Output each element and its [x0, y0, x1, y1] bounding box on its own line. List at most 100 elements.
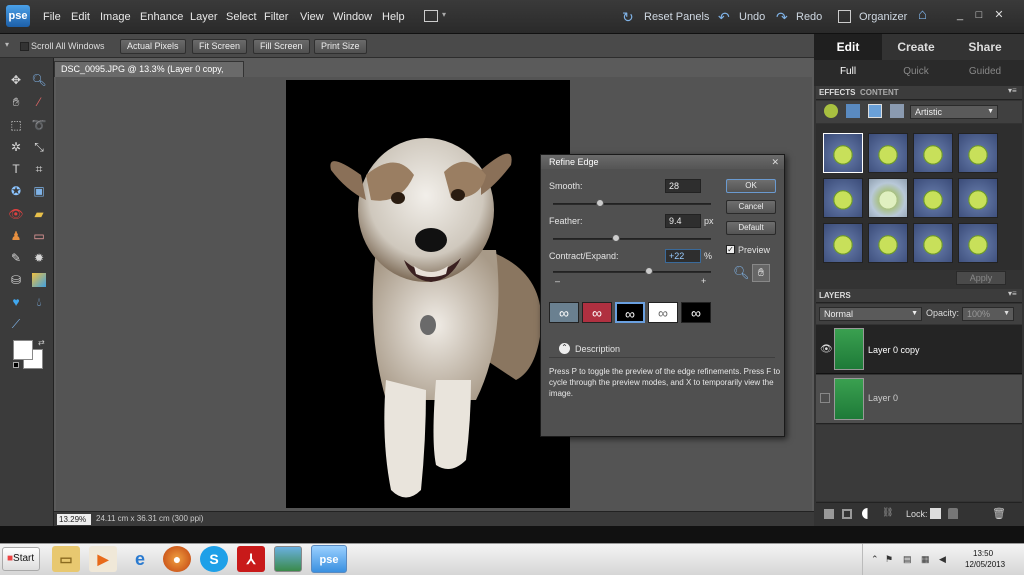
- maximize-button[interactable]: □: [972, 8, 986, 22]
- menu-enhance[interactable]: Enhance: [140, 0, 183, 34]
- zoom-level-field[interactable]: 13.29%: [57, 514, 91, 525]
- red-eye-tool-icon[interactable]: 👁︎: [6, 204, 26, 224]
- preview-mode-white[interactable]: ∞: [648, 302, 678, 323]
- trash-icon[interactable]: 🗑︎: [992, 507, 1006, 520]
- default-button[interactable]: Default: [726, 221, 776, 235]
- tray-volume-icon[interactable]: ◀︎: [939, 554, 946, 565]
- undo-button[interactable]: Undo: [739, 0, 765, 34]
- marquee-tool-icon[interactable]: ⬚: [6, 115, 26, 135]
- photo-effects-icon[interactable]: [868, 104, 882, 118]
- gradient-tool-icon[interactable]: [32, 273, 46, 287]
- tray-network-icon[interactable]: ▦: [921, 554, 930, 565]
- reset-panels-button[interactable]: Reset Panels: [644, 0, 709, 34]
- arrange-icon[interactable]: [424, 10, 438, 22]
- brush-tool-icon[interactable]: ✎: [6, 248, 26, 268]
- menu-image[interactable]: Image: [100, 0, 131, 34]
- lock-transparent-icon[interactable]: [930, 508, 941, 519]
- eyedropper-tool-icon[interactable]: ⁄: [29, 92, 49, 112]
- home-icon[interactable]: ⌂: [918, 6, 927, 23]
- healing-brush-tool-icon[interactable]: ▰: [29, 204, 49, 224]
- hand-tool-icon[interactable]: ✋︎: [6, 92, 26, 112]
- close-button[interactable]: ✕: [992, 8, 1006, 22]
- effect-thumbnail[interactable]: [823, 133, 863, 173]
- print-size-button[interactable]: Print Size: [314, 39, 367, 54]
- custom-shape-tool-icon[interactable]: ♥: [6, 292, 26, 312]
- effect-thumbnail[interactable]: [958, 178, 998, 218]
- photoshop-elements-taskbar-icon[interactable]: pse: [311, 545, 347, 573]
- ok-button[interactable]: OK: [726, 179, 776, 193]
- effect-thumbnail[interactable]: [913, 178, 953, 218]
- cookie-cutter-tool-icon[interactable]: ✪: [6, 181, 26, 201]
- lasso-tool-icon[interactable]: ➰: [29, 115, 49, 135]
- document-canvas[interactable]: [286, 80, 570, 508]
- smooth-slider-track[interactable]: [553, 203, 711, 205]
- tray-expand-icon[interactable]: ⌃: [871, 554, 879, 565]
- quick-selection-tool-icon[interactable]: ⤡: [29, 137, 49, 157]
- straighten-tool-icon[interactable]: ⟋: [6, 314, 26, 334]
- collapse-description-icon[interactable]: ⌃: [559, 343, 570, 354]
- preview-mode-custom-overlay[interactable]: ∞: [549, 302, 579, 323]
- recompose-tool-icon[interactable]: ▣: [29, 181, 49, 201]
- effect-thumbnail[interactable]: [913, 133, 953, 173]
- effect-thumbnail[interactable]: [823, 223, 863, 263]
- feather-slider-handle[interactable]: [612, 234, 621, 242]
- tab-create[interactable]: Create: [882, 34, 950, 60]
- show-all-icon[interactable]: [890, 104, 904, 118]
- tab-share[interactable]: Share: [950, 34, 1020, 60]
- menu-window[interactable]: Window: [333, 0, 372, 34]
- explorer-icon[interactable]: ▭: [52, 546, 80, 572]
- eye-icon[interactable]: 👁︎: [820, 344, 833, 355]
- fill-screen-button[interactable]: Fill Screen: [253, 39, 310, 54]
- opacity-field[interactable]: 100% ▼: [962, 307, 1014, 321]
- effect-thumbnail[interactable]: [958, 223, 998, 263]
- layer-row[interactable]: Layer 0: [816, 375, 1022, 424]
- cancel-button[interactable]: Cancel: [726, 200, 776, 214]
- menu-help[interactable]: Help: [382, 0, 405, 34]
- document-tab[interactable]: DSC_0095.JPG @ 13.3% (Layer 0 copy, RGB/…: [54, 61, 244, 89]
- contract-expand-slider-track[interactable]: [553, 271, 711, 273]
- preview-mode-black[interactable]: ∞: [615, 302, 645, 323]
- clock-time[interactable]: 13:50: [973, 549, 993, 558]
- chevron-down-icon[interactable]: ▾: [442, 10, 446, 19]
- dialog-titlebar[interactable]: Refine Edge ✕: [541, 155, 784, 169]
- media-player-icon[interactable]: ▶: [89, 546, 117, 572]
- skype-icon[interactable]: S: [200, 546, 228, 572]
- eye-icon[interactable]: [820, 393, 830, 403]
- link-icon[interactable]: ⛓: [882, 507, 893, 518]
- apply-button[interactable]: Apply: [956, 271, 1006, 285]
- crop-tool-icon[interactable]: ⌗: [29, 159, 49, 179]
- effect-thumbnail[interactable]: [868, 223, 908, 263]
- subtab-full[interactable]: Full: [814, 62, 882, 82]
- layer-row[interactable]: 👁︎ Layer 0 copy: [816, 325, 1022, 374]
- start-button[interactable]: ■Start: [2, 547, 40, 571]
- adjustment-layer-icon[interactable]: [862, 508, 873, 519]
- tray-app-icon[interactable]: ⚑: [885, 554, 893, 565]
- close-icon[interactable]: ✕: [771, 155, 779, 169]
- effect-thumbnail[interactable]: [823, 178, 863, 218]
- menu-view[interactable]: View: [300, 0, 324, 34]
- eraser-tool-icon[interactable]: ▭: [29, 226, 49, 246]
- contract-expand-input[interactable]: +22: [665, 249, 701, 263]
- organizer-button[interactable]: Organizer: [859, 0, 907, 34]
- layer-styles-icon[interactable]: [846, 104, 860, 118]
- firefox-icon[interactable]: ●: [163, 546, 191, 572]
- minimize-button[interactable]: _: [953, 8, 967, 22]
- default-colors-icon[interactable]: [13, 362, 19, 368]
- move-tool-icon[interactable]: ✥: [6, 70, 26, 90]
- clock-date[interactable]: 12/05/2013: [965, 560, 1005, 569]
- subtab-guided[interactable]: Guided: [950, 62, 1020, 82]
- magic-wand-tool-icon[interactable]: ✲: [6, 137, 26, 157]
- acrobat-icon[interactable]: ⅄: [237, 546, 265, 572]
- menu-edit[interactable]: Edit: [71, 0, 90, 34]
- actual-pixels-button[interactable]: Actual Pixels: [120, 39, 186, 54]
- preview-mode-mask[interactable]: ∞: [681, 302, 711, 323]
- preview-checkbox[interactable]: ✓: [726, 245, 735, 254]
- effect-thumbnail[interactable]: [868, 178, 908, 218]
- tray-power-icon[interactable]: ▤: [903, 554, 912, 565]
- swap-colors-icon[interactable]: ⇄: [38, 338, 45, 347]
- tab-effects[interactable]: EFFECTS: [819, 86, 855, 100]
- lock-all-icon[interactable]: [948, 508, 958, 519]
- new-group-icon[interactable]: [842, 509, 852, 519]
- zoom-icon[interactable]: 🔍︎: [733, 265, 750, 281]
- effect-thumbnail[interactable]: [913, 223, 953, 263]
